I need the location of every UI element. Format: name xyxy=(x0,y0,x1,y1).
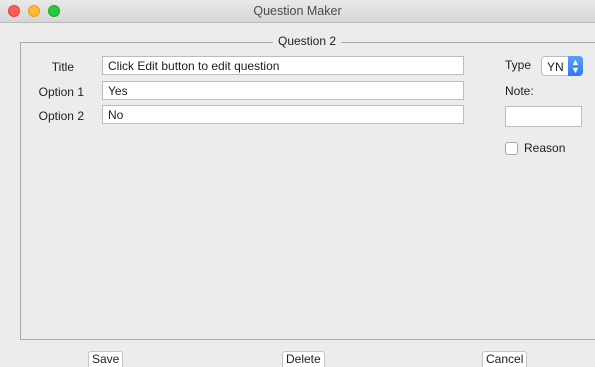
reason-checkbox[interactable] xyxy=(505,142,518,155)
window-titlebar: Question Maker xyxy=(0,0,595,23)
title-label: Title xyxy=(51,60,74,74)
option1-input[interactable] xyxy=(102,81,464,100)
note-label: Note: xyxy=(505,84,534,98)
cancel-button[interactable]: Cancel xyxy=(482,351,528,367)
title-input[interactable] xyxy=(102,56,464,75)
reason-label: Reason xyxy=(524,141,566,155)
type-select[interactable]: YN ▲ ▼ xyxy=(541,56,583,76)
option1-label: Option 1 xyxy=(38,85,84,99)
option2-label: Option 2 xyxy=(38,109,84,123)
type-label: Type xyxy=(505,58,532,72)
delete-button[interactable]: Delete xyxy=(282,351,325,367)
save-button[interactable]: Save xyxy=(88,351,124,367)
option2-input[interactable] xyxy=(102,105,464,124)
question-group-legend: Question 2 xyxy=(273,34,342,48)
type-select-value: YN xyxy=(547,60,564,74)
select-arrows-icon: ▲ ▼ xyxy=(568,56,583,76)
note-input[interactable] xyxy=(505,106,582,127)
window-title: Question Maker xyxy=(253,4,342,18)
